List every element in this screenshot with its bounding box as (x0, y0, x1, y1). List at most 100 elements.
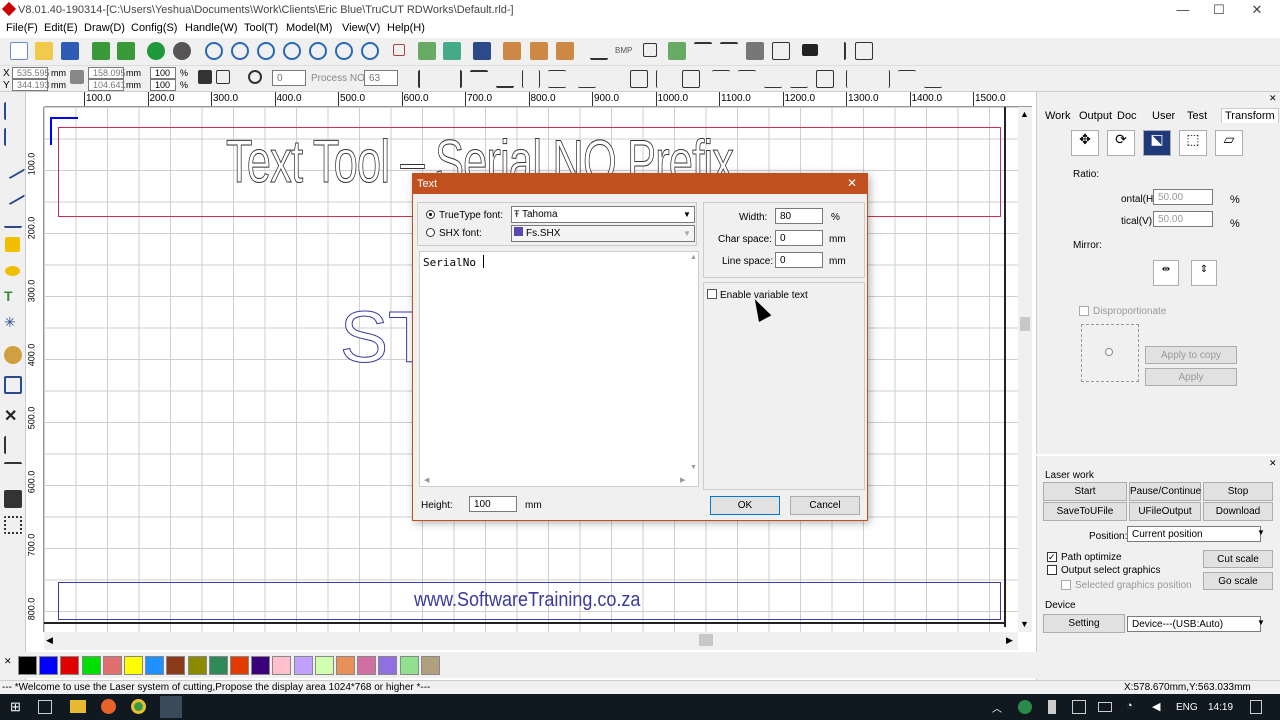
column-icon[interactable] (855, 42, 873, 60)
color-swatch[interactable] (378, 656, 398, 675)
position-select[interactable]: Current position (1127, 526, 1261, 542)
grid-icon[interactable] (4, 376, 22, 394)
cut-scale-button[interactable]: Cut scale (1203, 550, 1273, 568)
color-swatch[interactable] (230, 656, 249, 675)
menu-edit[interactable]: Edit(E) (44, 22, 78, 34)
vertical-scrollbar[interactable]: ▲ ▼ (1018, 107, 1032, 632)
camera-icon[interactable] (802, 44, 818, 56)
width-field[interactable]: 80 (775, 208, 823, 224)
color-swatch[interactable] (272, 656, 292, 675)
edge-bottom-icon[interactable] (924, 70, 942, 88)
delete-icon[interactable]: ✕ (4, 406, 22, 425)
tray-wifi-icon[interactable]: ◔ (1126, 700, 1133, 712)
pause-continue-button[interactable]: Pause/Continue (1129, 482, 1201, 501)
ok-button[interactable]: OK (710, 496, 780, 515)
menu-config[interactable]: Config(S) (131, 22, 177, 34)
disproportionate-checkbox[interactable] (1079, 306, 1089, 316)
shx-select[interactable]: Fs.SHX (511, 225, 695, 242)
zoom-out-icon[interactable] (257, 42, 275, 60)
path-optimize-checkbox[interactable]: ✓ (1047, 552, 1057, 562)
color-swatch[interactable] (420, 656, 440, 675)
align-bottom-icon[interactable] (496, 70, 514, 88)
char-space-field[interactable]: 0 (775, 230, 823, 246)
new-file-icon[interactable] (10, 42, 28, 60)
line-icon[interactable] (0, 154, 26, 180)
edge-right-icon[interactable] (872, 70, 890, 88)
scroll-left-icon[interactable]: ◀ (46, 635, 53, 646)
shx-radio[interactable] (426, 228, 435, 237)
menu-help[interactable]: Help(H) (387, 22, 425, 34)
tray-network-icon[interactable] (1072, 700, 1086, 714)
array2-icon[interactable] (530, 42, 548, 60)
scroll-up-icon[interactable]: ▲ (1020, 109, 1029, 119)
height-field[interactable]: 100 (469, 496, 517, 512)
close-button[interactable]: ✕ (1234, 2, 1280, 18)
shx-dropdown-icon[interactable]: ▼ (683, 229, 691, 238)
color-swatch[interactable] (39, 656, 59, 675)
color-swatch[interactable] (81, 656, 101, 675)
save-to-ufile-button[interactable]: SaveToUFile (1043, 502, 1127, 521)
center-icon[interactable] (216, 70, 230, 84)
clock[interactable]: 14:19 (1208, 702, 1233, 713)
rotate-field[interactable]: 0 (272, 70, 306, 86)
laser-panel-close-icon[interactable]: ✕ (1269, 458, 1277, 469)
tray-app-icon[interactable] (1018, 700, 1032, 714)
tray-volume-icon[interactable]: ◀ (1152, 700, 1160, 713)
firefox-icon[interactable] (101, 699, 116, 714)
scroll-right-icon[interactable]: ▶ (1006, 635, 1013, 646)
move-transform-icon[interactable]: ✥ (1071, 130, 1099, 156)
scale-x-field[interactable]: 100 (150, 67, 176, 79)
menu-draw[interactable]: Draw(D) (84, 22, 125, 34)
color-swatch[interactable] (102, 656, 122, 675)
zoom-pan-icon[interactable] (361, 42, 379, 60)
y-coord-field[interactable]: 344.193 (12, 79, 50, 91)
doc-icon[interactable] (772, 42, 790, 60)
mirror-h-icon[interactable] (4, 436, 22, 454)
truetype-select[interactable]: Ŧ Tahoma (511, 206, 695, 223)
arrow-nw-icon[interactable] (712, 70, 730, 88)
horizontal-scrollbar[interactable]: ◀ ▶ (44, 632, 1018, 650)
node-edit-icon[interactable] (418, 42, 436, 60)
output-select-checkbox[interactable] (1047, 565, 1057, 575)
color-swatch[interactable] (187, 656, 207, 675)
apply-to-copy-button[interactable]: Apply to copy (1145, 346, 1237, 364)
start-menu-icon[interactable]: ⊞ (10, 700, 24, 714)
device-select[interactable]: Device---(USB:Auto) (1127, 616, 1261, 632)
color-swatch[interactable] (18, 656, 37, 675)
arrow-se-icon[interactable] (764, 70, 782, 88)
print-icon[interactable] (746, 42, 764, 60)
skew-transform-icon[interactable]: ▱ (1215, 130, 1243, 156)
panel-close-icon[interactable]: ✕ (1269, 93, 1277, 104)
dot-icon[interactable]: ✳ (4, 314, 22, 332)
arrow-ne-icon[interactable] (738, 70, 756, 88)
text-scroll-left-icon[interactable]: ◀ (424, 476, 429, 484)
go-scale-button[interactable]: Go scale (1203, 572, 1273, 590)
zoom-page-icon[interactable] (283, 42, 301, 60)
color-swatch[interactable] (251, 656, 271, 675)
dialog-close-icon[interactable]: ✕ (847, 176, 857, 190)
dialog-title-bar[interactable]: Text ✕ (413, 174, 867, 194)
hscroll-thumb[interactable] (699, 634, 713, 646)
center-page-icon[interactable] (816, 70, 834, 88)
dist-v-icon[interactable] (630, 70, 648, 88)
start-button[interactable]: Start (1043, 482, 1127, 501)
zoom-in-icon[interactable] (205, 42, 223, 60)
truetype-dropdown-icon[interactable]: ▼ (683, 210, 691, 219)
notification-icon[interactable] (1250, 700, 1262, 714)
text-scroll-up-icon[interactable]: ▲ (690, 254, 697, 261)
align-hcenter-icon[interactable] (522, 70, 540, 88)
text-scroll-right-icon[interactable]: ▶ (680, 476, 685, 484)
chrome-icon[interactable] (131, 699, 146, 714)
color-swatch[interactable] (166, 656, 186, 675)
scale-y-field[interactable]: 100 (150, 79, 176, 91)
selected-position-checkbox[interactable] (1061, 580, 1071, 590)
apply-button[interactable]: Apply (1145, 368, 1237, 386)
height-size-field[interactable]: 104.641 (88, 79, 126, 91)
setting-button[interactable]: Setting (1043, 614, 1125, 633)
tab-transform[interactable]: Transform (1221, 108, 1279, 123)
laser-pen-icon[interactable] (828, 42, 846, 60)
task-view-icon[interactable] (38, 700, 52, 714)
open-folder-icon[interactable] (35, 42, 53, 60)
menu-tool[interactable]: Tool(T) (244, 22, 278, 34)
select-rect-icon[interactable] (393, 44, 405, 56)
